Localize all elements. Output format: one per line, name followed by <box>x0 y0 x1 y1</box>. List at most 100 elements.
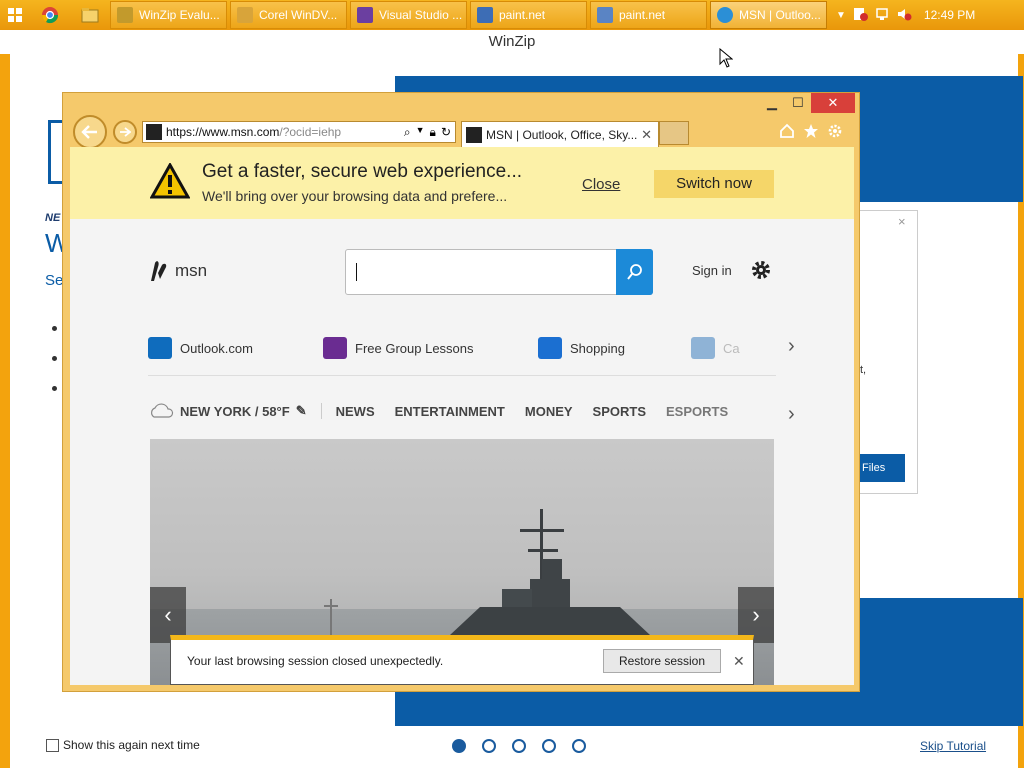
taskbar-button-msn[interactable]: MSN | Outloo... <box>710 1 827 29</box>
quick-link-lessons[interactable]: Free Group Lessons <box>323 337 474 359</box>
search-icon <box>626 264 642 280</box>
skip-tutorial-link[interactable]: Skip Tutorial <box>920 739 986 753</box>
minimize-button[interactable]: ▁ <box>759 93 785 113</box>
weather-widget[interactable]: NEW YORK / 58°F ✎ <box>148 403 307 419</box>
bullet <box>52 356 57 361</box>
restore-message: Your last browsing session closed unexpe… <box>187 654 444 668</box>
chevron-down-icon[interactable]: ▼ <box>836 10 846 21</box>
paintnet-icon <box>477 7 493 23</box>
visual-studio-icon <box>357 7 373 23</box>
quick-link-outlook[interactable]: Outlook.com <box>148 337 253 359</box>
forward-button[interactable] <box>113 120 137 144</box>
bullet <box>52 326 57 331</box>
clock[interactable]: 12:49 PM <box>924 8 975 22</box>
new-tab-button[interactable] <box>659 121 689 145</box>
search-icon[interactable]: ⌕ <box>404 125 411 140</box>
msn-favicon-icon <box>466 126 482 143</box>
close-window-button[interactable]: ✕ <box>811 93 855 113</box>
nav-sports[interactable]: SPORTS <box>593 404 646 419</box>
sign-in-link[interactable]: Sign in <box>692 263 732 278</box>
search-input[interactable] <box>345 249 653 295</box>
file-explorer-icon[interactable] <box>70 0 110 30</box>
nav-news[interactable]: NEWS <box>336 404 375 419</box>
pager-dot[interactable] <box>482 739 496 753</box>
restore-session-button[interactable]: Restore session <box>603 649 721 673</box>
internet-explorer-window: ▁ ☐ ✕ https://www.msn.com/?ocid=iehp ⌕ ▼… <box>62 92 860 692</box>
nav-esports[interactable]: ESPORTS <box>666 404 728 419</box>
restore-session-bar: Your last browsing session closed unexpe… <box>170 635 754 685</box>
pager-dot[interactable] <box>452 739 466 753</box>
close-link[interactable]: Close <box>582 176 620 193</box>
system-tray: ▼ <box>836 7 912 24</box>
graduation-cap-icon <box>323 337 347 359</box>
favorites-star-icon[interactable] <box>803 123 819 142</box>
close-icon[interactable]: × <box>898 214 906 229</box>
tutorial-card <box>856 210 918 494</box>
maximize-button[interactable]: ☐ <box>785 93 811 113</box>
back-button[interactable] <box>73 115 107 149</box>
close-icon[interactable]: ✕ <box>733 653 745 670</box>
winzip-icon <box>117 7 133 23</box>
tutorial-pager <box>452 739 586 753</box>
windows-start-icon[interactable] <box>0 0 30 30</box>
network-icon[interactable] <box>874 7 890 24</box>
window-frame-left <box>0 54 10 768</box>
browser-tab[interactable]: MSN | Outlook, Office, Sky... ✕ <box>461 121 659 147</box>
shopping-cart-icon <box>538 337 562 359</box>
pager-dot[interactable] <box>572 739 586 753</box>
nav-entertainment[interactable]: ENTERTAINMENT <box>395 404 505 419</box>
tutorial-subheading: Se <box>45 272 64 289</box>
settings-gear-icon[interactable] <box>827 123 843 142</box>
cloud-icon <box>151 403 174 418</box>
home-icon[interactable] <box>779 123 795 142</box>
pencil-icon[interactable]: ✎ <box>296 403 307 419</box>
taskbar-button-paintnet-1[interactable]: paint.net <box>470 1 587 29</box>
internet-explorer-icon <box>717 7 733 23</box>
notification-subtext: We'll bring over your browsing data and … <box>202 188 508 204</box>
quick-links: Outlook.com Free Group Lessons Shopping … <box>148 337 788 365</box>
quick-link-car[interactable]: Ca <box>691 337 740 359</box>
taskbar-button-visual-studio[interactable]: Visual Studio ... <box>350 1 467 29</box>
upgrade-notification-bar: Get a faster, secure web experience... W… <box>70 147 854 219</box>
chevron-right-icon[interactable]: › <box>788 403 795 426</box>
settings-gear-icon[interactable] <box>750 259 772 284</box>
lock-icon[interactable]: 🔒︎ <box>430 125 436 140</box>
pager-dot[interactable] <box>512 739 526 753</box>
msn-favicon-icon <box>146 124 162 140</box>
refresh-icon[interactable]: ↻ <box>441 125 451 140</box>
switch-now-button[interactable]: Switch now <box>654 170 774 198</box>
dropdown-icon[interactable]: ▼ <box>416 125 425 140</box>
taskbar-button-winzip[interactable]: WinZip Evalu... <box>110 1 227 29</box>
chevron-right-icon[interactable]: › <box>788 335 795 358</box>
volume-muted-icon[interactable] <box>896 7 912 24</box>
card-text: t, <box>860 364 867 376</box>
address-bar[interactable]: https://www.msn.com/?ocid=iehp ⌕ ▼ 🔒︎ ↻ <box>142 121 456 143</box>
taskbar: WinZip Evalu... Corel WinDV... Visual St… <box>0 0 1024 30</box>
new-label: NE <box>45 212 61 224</box>
car-icon <box>691 337 715 359</box>
corel-icon <box>237 7 253 23</box>
paintnet-icon <box>597 7 613 23</box>
warning-icon <box>150 163 190 199</box>
close-tab-icon[interactable]: ✕ <box>641 127 652 143</box>
msn-logo[interactable]: msn <box>148 259 207 283</box>
pager-dot[interactable] <box>542 739 556 753</box>
arrow-right-icon <box>120 127 131 137</box>
chrome-icon[interactable] <box>30 0 70 30</box>
checkbox[interactable] <box>46 738 59 752</box>
page-content: Get a faster, secure web experience... W… <box>70 147 854 685</box>
quick-link-shopping[interactable]: Shopping <box>538 337 625 359</box>
show-again-checkbox[interactable]: Show this again next time <box>46 738 200 752</box>
taskbar-button-corel[interactable]: Corel WinDV... <box>230 1 347 29</box>
msn-butterfly-icon <box>151 261 167 281</box>
bullet <box>52 386 57 391</box>
nav-money[interactable]: MONEY <box>525 404 573 419</box>
files-button[interactable]: Files <box>856 454 905 482</box>
taskbar-button-paintnet-2[interactable]: paint.net <box>590 1 707 29</box>
notification-headline: Get a faster, secure web experience... <box>202 161 523 182</box>
divider <box>148 375 776 376</box>
arrow-left-icon <box>81 125 97 139</box>
outlook-icon <box>148 337 172 359</box>
action-center-icon[interactable] <box>852 7 868 24</box>
search-button[interactable] <box>616 249 653 295</box>
